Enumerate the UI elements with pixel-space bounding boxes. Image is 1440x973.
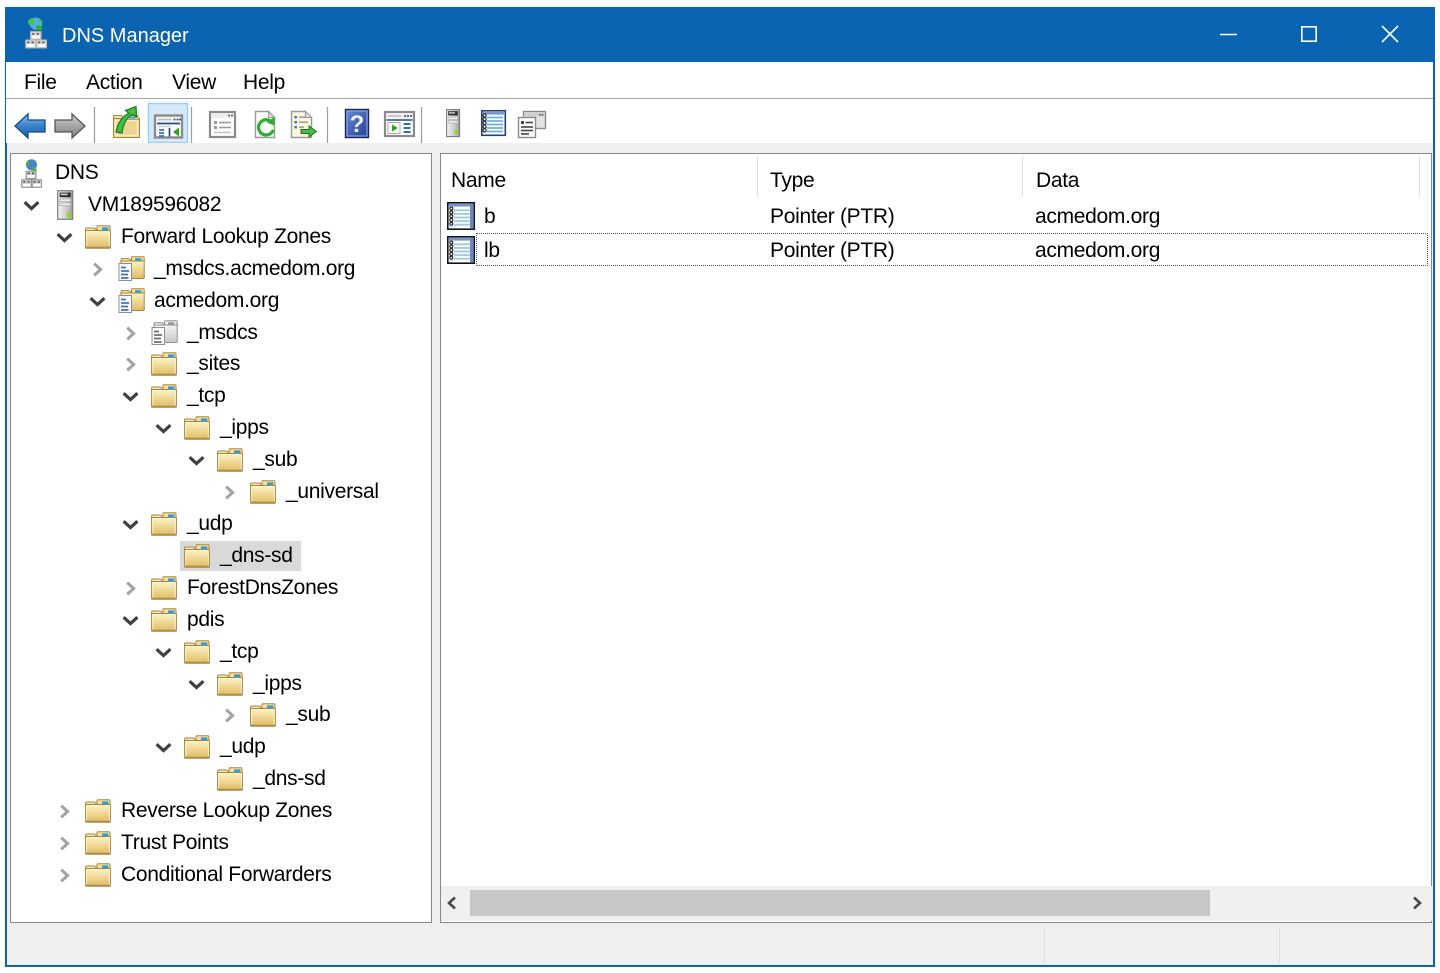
svg-text:?: ? bbox=[350, 111, 365, 138]
